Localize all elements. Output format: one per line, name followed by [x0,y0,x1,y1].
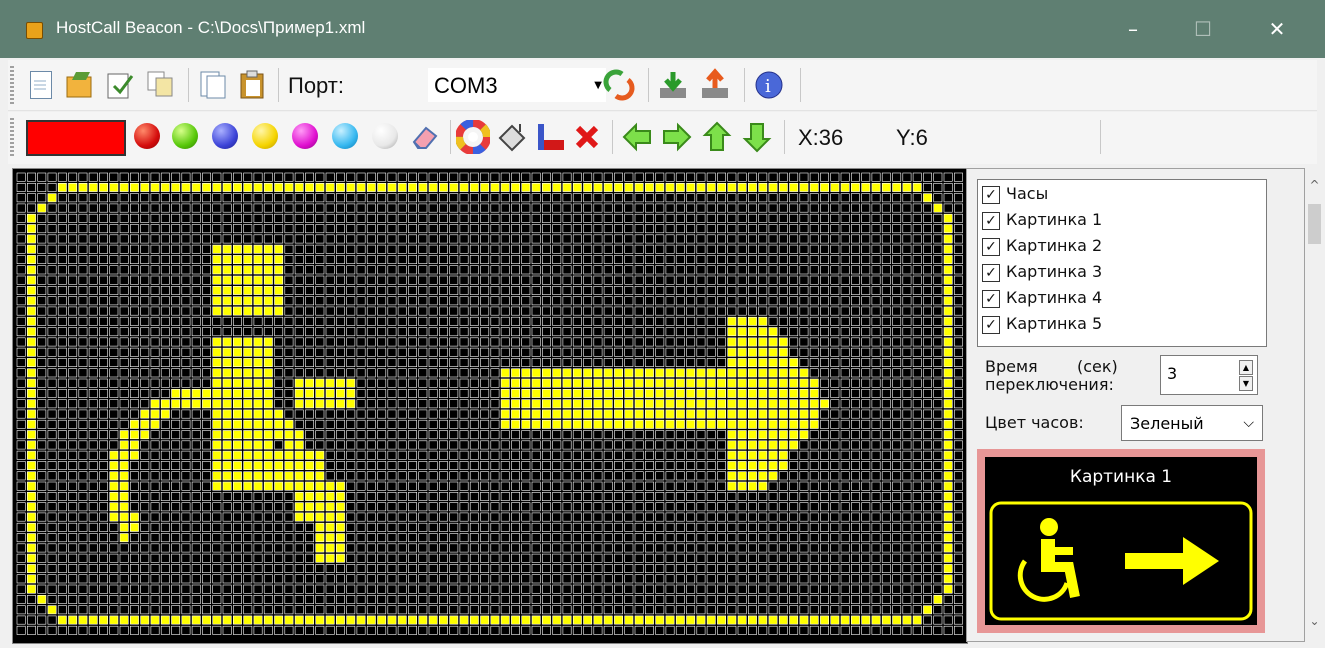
y-coordinate-label: Y:6 [896,125,928,150]
checkbox[interactable]: ✓ [982,290,1000,308]
scroll-up-icon[interactable]: ^ [1306,178,1323,192]
new-document-icon[interactable] [24,68,58,102]
chevron-down-icon: ⌵ [1243,415,1254,431]
list-item-label: Часы [1006,184,1049,203]
fill-bucket-icon[interactable] [496,120,530,154]
delete-icon[interactable] [570,120,604,154]
preview-screen: Картинка 1 [985,457,1257,625]
title-bar: HostCall Beacon - C:\Docs\Пример1.xml – … [0,0,1325,58]
chevron-down-icon: ▼ [594,80,602,91]
switch-time-stepper[interactable]: 3 ▲ ▼ [1160,355,1258,395]
refresh-icon[interactable] [602,68,636,102]
toolbar-grip[interactable] [10,118,14,156]
open-document-icon[interactable] [64,68,98,102]
clock-color-label: Цвет часов: [985,413,1084,432]
scroll-thumb[interactable] [1308,204,1321,244]
clock-color-value: Зеленый [1130,414,1204,433]
eraser-icon[interactable] [408,120,442,154]
toolbar-grip[interactable] [10,66,14,104]
current-color-swatch[interactable] [26,120,126,156]
spin-down-icon[interactable]: ▼ [1239,376,1253,391]
color-cyan-icon[interactable] [332,123,358,149]
drawing-toolbar: X:36 Y:6 [8,112,1317,164]
color-yellow-icon[interactable] [252,123,278,149]
download-icon[interactable] [656,68,690,102]
app-icon [26,22,43,39]
window-title: HostCall Beacon - C:\Docs\Пример1.xml [56,18,366,37]
list-item-label: Картинка 1 [1006,210,1103,229]
clock-color-select[interactable]: Зеленый ⌵ [1121,405,1263,441]
arrow-left-icon[interactable] [620,120,654,154]
document-icon[interactable] [196,68,230,102]
x-coordinate-label: X:36 [798,125,844,150]
svg-text:i: i [765,76,771,97]
port-label: Порт: [288,73,344,98]
led-grid[interactable] [16,172,964,640]
color-magenta-icon[interactable] [292,123,318,149]
arrow-right-icon[interactable] [660,120,694,154]
minimize-button[interactable]: – [1118,14,1148,44]
color-red-icon[interactable] [134,123,160,149]
preview-image [989,501,1253,621]
side-scrollbar[interactable]: ^ ⌄ [1306,168,1323,642]
checkbox[interactable]: ✓ [982,238,1000,256]
close-button[interactable]: ✕ [1262,14,1292,44]
port-select[interactable]: COM3 ▼ [428,68,606,102]
led-matrix-editor[interactable] [12,168,968,644]
copy-icon[interactable] [144,68,178,102]
list-item-label: Картинка 5 [1006,314,1103,333]
checkbox[interactable]: ✓ [982,212,1000,230]
edit-document-icon[interactable] [104,68,138,102]
info-icon[interactable]: i [752,68,786,102]
file-toolbar: Порт: COM3 ▼ i [8,60,1317,111]
time-unit-label: (сек) [1077,357,1118,376]
list-item-label: Картинка 2 [1006,236,1103,255]
time-label: Время [985,357,1038,376]
color-wheel-icon[interactable] [455,119,491,155]
list-item-label: Картинка 3 [1006,262,1103,281]
slide-preview[interactable]: Картинка 1 [977,449,1265,633]
color-blue-icon[interactable] [212,123,238,149]
arrow-up-icon[interactable] [700,120,734,154]
spin-up-icon[interactable]: ▲ [1239,360,1253,375]
scroll-down-icon[interactable]: ⌄ [1306,614,1323,628]
checkbox[interactable]: ✓ [982,264,1000,282]
maximize-button[interactable]: ☐ [1188,14,1218,44]
color-green-icon[interactable] [172,123,198,149]
arrow-down-icon[interactable] [740,120,774,154]
switch-time-value[interactable]: 3 [1167,364,1177,383]
list-item-label: Картинка 4 [1006,288,1103,307]
checkbox[interactable]: ✓ [982,316,1000,334]
upload-icon[interactable] [698,68,732,102]
slides-checklist: ✓ Часы ✓ Картинка 1 ✓ Картинка 2 ✓ Картинка … [977,179,1267,347]
port-value: COM3 [434,73,498,98]
color-white-icon[interactable] [372,123,398,149]
paste-icon[interactable] [236,68,270,102]
switch-label: переключения: [985,375,1114,394]
side-panel: ✓ Часы ✓ Картинка 1 ✓ Картинка 2 ✓ Картинка … [966,168,1305,642]
level-bars-icon[interactable] [534,120,568,154]
checkbox[interactable]: ✓ [982,186,1000,204]
